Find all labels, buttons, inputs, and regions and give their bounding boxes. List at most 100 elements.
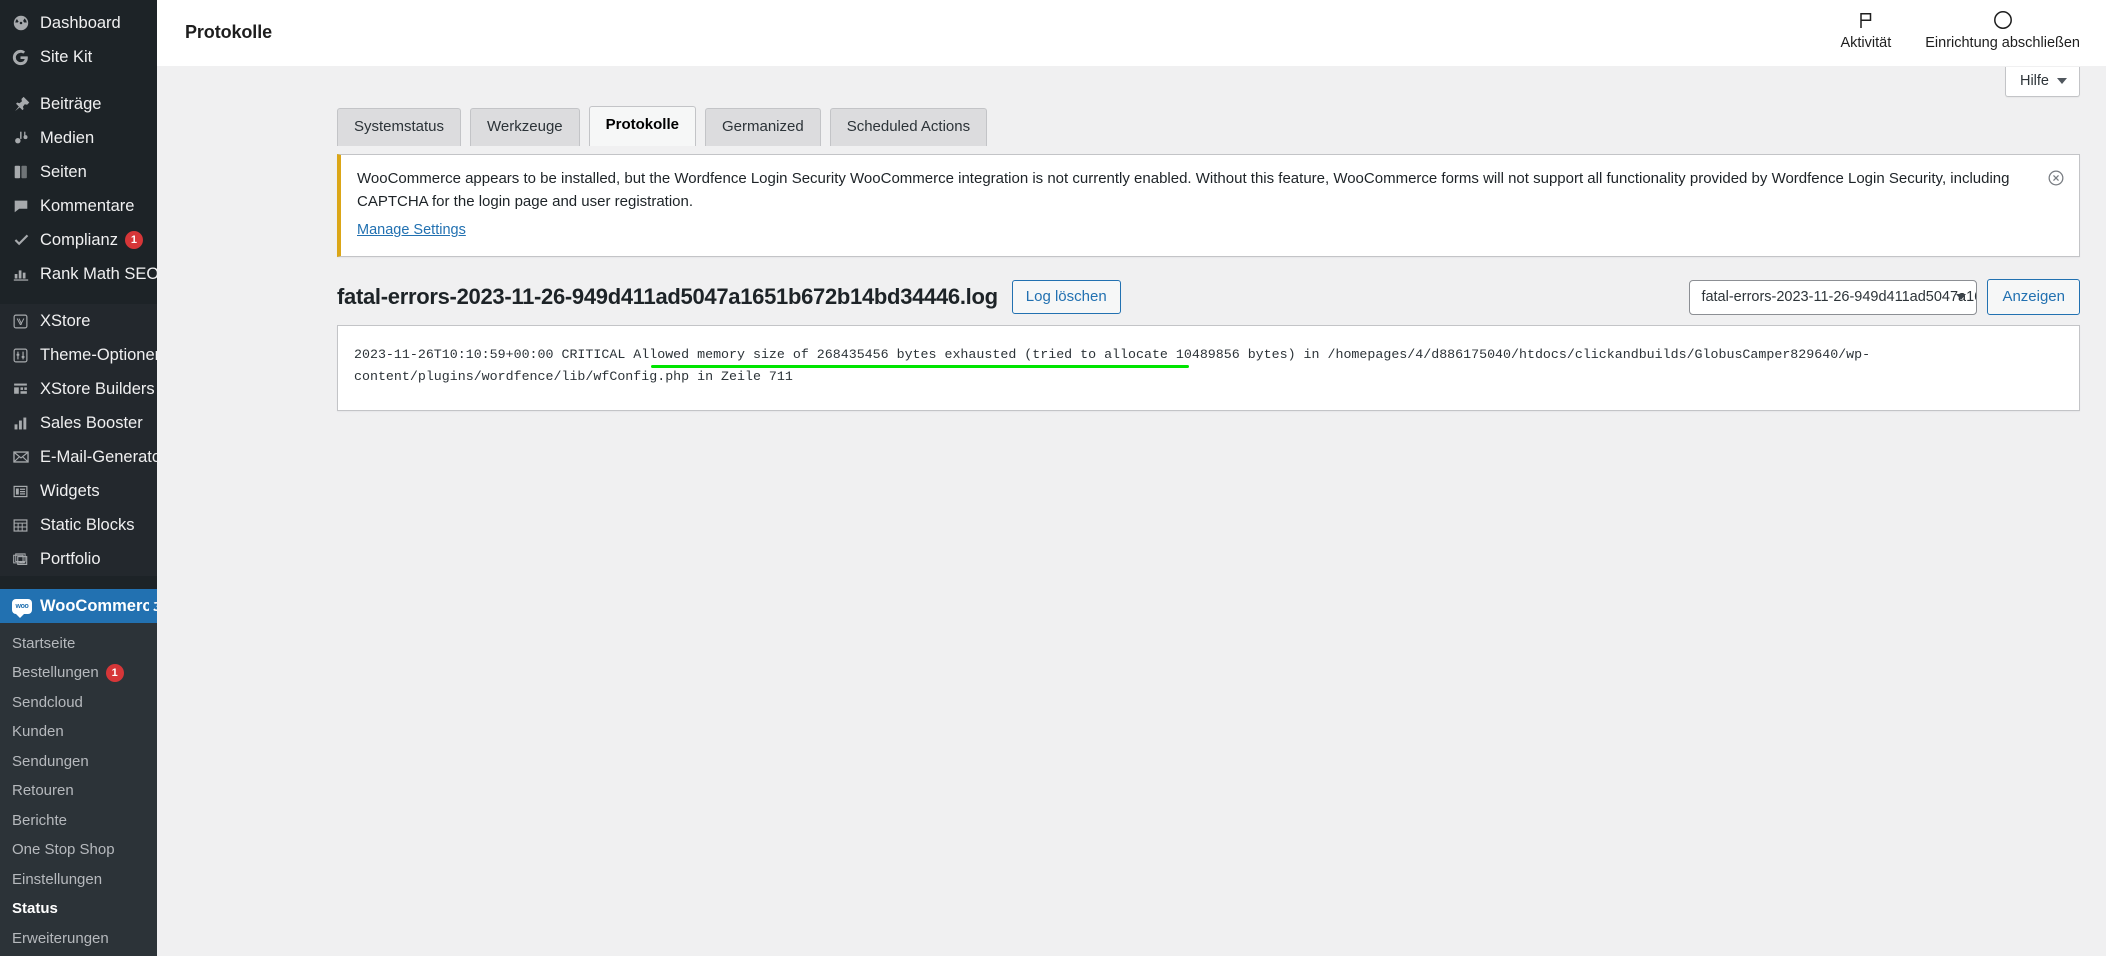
help-button[interactable]: Hilfe — [2004, 67, 2080, 97]
wordfence-notice: WooCommerce appears to be installed, but… — [337, 154, 2080, 257]
sidebar-item-complianz[interactable]: Complianz 1 — [0, 223, 157, 257]
circle-progress-icon — [1993, 10, 2013, 30]
sidebar-item-widgets[interactable]: Widgets — [0, 474, 157, 508]
submenu-item-label: Startseite — [12, 634, 76, 652]
submenu-item-one-stop-shop[interactable]: One Stop Shop — [0, 836, 157, 866]
sidebar-item-kommentare[interactable]: Kommentare — [0, 189, 157, 223]
woocommerce-submenu: Startseite Bestellungen 1 Sendcloud Kund… — [0, 623, 157, 956]
sidebar-item-beitraege[interactable]: Beiträge — [0, 87, 157, 121]
submenu-item-erweiterungen[interactable]: Erweiterungen — [0, 924, 157, 954]
submenu-item-label: Kunden — [12, 723, 64, 740]
log-entry-text: 2023-11-26T10:10:59+00:00 CRITICAL Allow… — [354, 347, 1871, 385]
sidebar-item-label: Portfolio — [40, 549, 101, 568]
tab-werkzeuge[interactable]: Werkzeuge — [470, 108, 580, 146]
sidebar-item-label: Dashboard — [40, 13, 121, 32]
submenu-item-retouren[interactable]: Retouren — [0, 777, 157, 807]
view-log-button[interactable]: Anzeigen — [1987, 278, 2080, 316]
submenu-item-label: One Stop Shop — [12, 841, 115, 858]
sidebar-item-rank-math-seo[interactable]: Rank Math SEO — [0, 257, 157, 291]
sidebar-item-xstore[interactable]: XStore — [0, 304, 157, 338]
media-icon — [12, 129, 38, 147]
submenu-item-startseite[interactable]: Startseite — [0, 629, 157, 659]
tab-systemstatus[interactable]: Systemstatus — [337, 108, 462, 146]
sliders-icon — [12, 347, 38, 364]
pin-icon — [12, 95, 38, 113]
widgets-icon — [12, 483, 38, 500]
chevron-down-icon — [1956, 294, 1967, 300]
sidebar-item-label: E-Mail-Generator — [40, 447, 157, 466]
submenu-badge-bestellungen: 1 — [105, 664, 124, 683]
tab-germanized[interactable]: Germanized — [704, 108, 821, 146]
close-icon[interactable] — [2047, 169, 2065, 187]
portfolio-icon — [12, 551, 38, 568]
clear-log-button[interactable]: Log löschen — [1011, 279, 1121, 315]
sidebar-divider — [0, 291, 157, 304]
submenu-item-berichte[interactable]: Berichte — [0, 806, 157, 836]
submenu-item-sendcloud[interactable]: Sendcloud — [0, 688, 157, 718]
flag-icon — [1856, 10, 1876, 30]
help-label: Hilfe — [2019, 73, 2049, 89]
manage-settings-link[interactable]: Manage Settings — [357, 220, 466, 242]
submenu-item-label: Sendcloud — [12, 693, 83, 711]
header-actions: Aktivität Einrichtung abschließen — [1840, 10, 2080, 55]
main-content: Protokolle Aktivität Einrichtung abschli… — [157, 0, 2106, 956]
sidebar-item-theme-optionen[interactable]: Theme-Optionen — [0, 338, 157, 372]
submenu-item-label: Sendungen — [12, 752, 89, 770]
sidebar-item-xstore-builders[interactable]: XStore Builders — [0, 372, 157, 406]
sidebar-item-dashboard[interactable]: Dashboard — [0, 6, 157, 40]
pages-icon — [12, 163, 38, 181]
sidebar-divider — [0, 74, 157, 87]
submenu-item-sendungen[interactable]: Sendungen — [0, 747, 157, 777]
sidebar-item-label: XStore — [40, 311, 91, 330]
sidebar-item-site-kit[interactable]: Site Kit — [0, 40, 157, 74]
submenu-item-label: Retouren — [12, 782, 74, 799]
sidebar-item-label: WooCommerce — [40, 596, 157, 615]
sidebar-item-portfolio[interactable]: Portfolio — [0, 542, 157, 576]
log-toolbar: fatal-errors-2023-11-26-949d411ad5047a16… — [337, 278, 2080, 316]
tab-bar: Systemstatus Werkzeuge Protokolle German… — [157, 106, 2106, 146]
tab-scheduled-actions[interactable]: Scheduled Actions — [829, 108, 988, 146]
log-toolbar-right: fatal-errors-2023-11-26-949d411ad5047a16… — [1689, 278, 2080, 316]
submenu-item-einstellungen[interactable]: Einstellungen — [0, 865, 157, 895]
sidebar-divider — [0, 576, 157, 589]
sidebar-item-medien[interactable]: Medien — [0, 121, 157, 155]
sidebar-item-label: Static Blocks — [40, 515, 135, 534]
highlight-underline — [651, 365, 1189, 369]
submenu-item-label: Einstellungen — [12, 870, 103, 888]
submenu-item-label: Status — [12, 900, 58, 917]
sidebar-item-label: Sales Booster — [40, 413, 143, 432]
xstore-icon — [12, 313, 38, 330]
setup-label: Einrichtung abschließen — [1925, 35, 2080, 51]
sidebar-item-label: Rank Math SEO — [40, 264, 157, 283]
sidebar-item-label: Beiträge — [40, 94, 102, 113]
page-title: Protokolle — [185, 22, 273, 42]
chevron-down-icon — [2057, 78, 2067, 84]
sidebar-badge-complianz: 1 — [124, 231, 143, 249]
envelope-icon — [12, 448, 38, 466]
submenu-item-bestellungen[interactable]: Bestellungen 1 — [0, 659, 157, 689]
tab-protokolle[interactable]: Protokolle — [588, 106, 696, 146]
submenu-item-label: Erweiterungen — [12, 929, 109, 947]
log-file-select[interactable]: fatal-errors-2023-11-26-949d411ad5047a16… — [1689, 279, 1978, 315]
activity-button[interactable]: Aktivität — [1840, 10, 1891, 51]
submenu-item-label: Bestellungen — [12, 664, 99, 681]
sidebar-item-seiten[interactable]: Seiten — [0, 155, 157, 189]
admin-sidebar: Dashboard Site Kit Beiträge Medien Seite… — [0, 0, 157, 956]
submenu-item-status[interactable]: Status — [0, 895, 157, 925]
dashboard-icon — [12, 14, 38, 32]
log-file-select-value: fatal-errors-2023-11-26-949d411ad5047a16… — [1701, 289, 1976, 305]
sidebar-item-label: Kommentare — [40, 196, 135, 215]
google-g-icon — [12, 49, 38, 66]
sidebar-item-woocommerce[interactable]: woo WooCommerce — [0, 589, 157, 623]
notice-text: WooCommerce appears to be installed, but… — [357, 170, 2010, 210]
submenu-item-kunden[interactable]: Kunden — [0, 718, 157, 748]
setup-progress-button[interactable]: Einrichtung abschließen — [1925, 10, 2080, 51]
woocommerce-icon: woo — [12, 598, 38, 618]
rankmath-icon — [12, 265, 38, 283]
sidebar-item-sales-booster[interactable]: Sales Booster — [0, 406, 157, 440]
submenu-item-label: Berichte — [12, 811, 68, 829]
sidebar-item-label: Seiten — [40, 162, 87, 181]
activity-label: Aktivität — [1840, 35, 1892, 51]
sidebar-item-email-generator[interactable]: E-Mail-Generator — [0, 440, 157, 474]
sidebar-item-static-blocks[interactable]: Static Blocks — [0, 508, 157, 542]
